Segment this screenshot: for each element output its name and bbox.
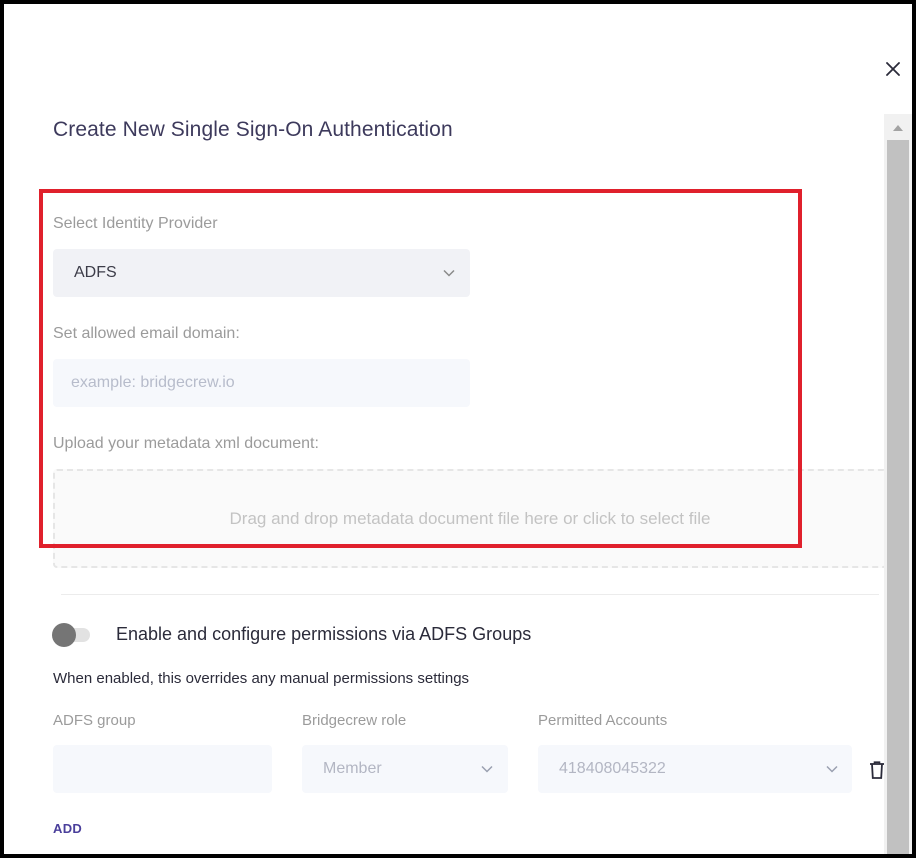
- divider: [61, 594, 879, 595]
- role-column-label: Bridgecrew role: [302, 712, 407, 729]
- identity-provider-label: Select Identity Provider: [53, 215, 218, 232]
- chevron-down-icon: [826, 765, 838, 773]
- adfs-group-column-label: ADFS group: [53, 712, 136, 729]
- sso-modal: Create New Single Sign-On Authentication…: [4, 4, 912, 854]
- metadata-dropzone[interactable]: Drag and drop metadata document file her…: [53, 469, 887, 568]
- accounts-column-label: Permitted Accounts: [538, 712, 668, 729]
- scroll-up-arrow-icon[interactable]: [884, 118, 912, 138]
- metadata-upload-label: Upload your metadata xml document:: [53, 435, 319, 452]
- adfs-groups-toggle[interactable]: [52, 623, 92, 647]
- close-button[interactable]: [880, 56, 906, 82]
- chevron-down-icon: [481, 765, 493, 773]
- toggle-label: Enable and configure permissions via ADF…: [116, 624, 532, 644]
- helper-text: When enabled, this overrides any manual …: [53, 670, 470, 687]
- email-domain-input[interactable]: [53, 359, 470, 407]
- dropzone-text: Drag and drop metadata document file her…: [229, 508, 711, 528]
- chevron-down-icon: [443, 269, 455, 277]
- identity-provider-value: ADFS: [74, 264, 117, 281]
- adfs-group-input[interactable]: [53, 745, 272, 793]
- scrollbar[interactable]: [884, 114, 912, 854]
- close-icon: [886, 62, 900, 76]
- accounts-value: 418408045322: [559, 760, 666, 777]
- role-select[interactable]: Member: [302, 745, 508, 793]
- email-domain-label: Set allowed email domain:: [53, 325, 240, 342]
- page-title: Create New Single Sign-On Authentication: [53, 118, 453, 141]
- trash-icon: [870, 761, 884, 779]
- accounts-select[interactable]: 418408045322: [538, 745, 852, 793]
- scroll-thumb[interactable]: [887, 140, 909, 854]
- role-value: Member: [323, 760, 382, 777]
- add-button[interactable]: ADD: [53, 821, 82, 836]
- identity-provider-select[interactable]: ADFS: [53, 249, 470, 297]
- toggle-knob: [52, 623, 76, 647]
